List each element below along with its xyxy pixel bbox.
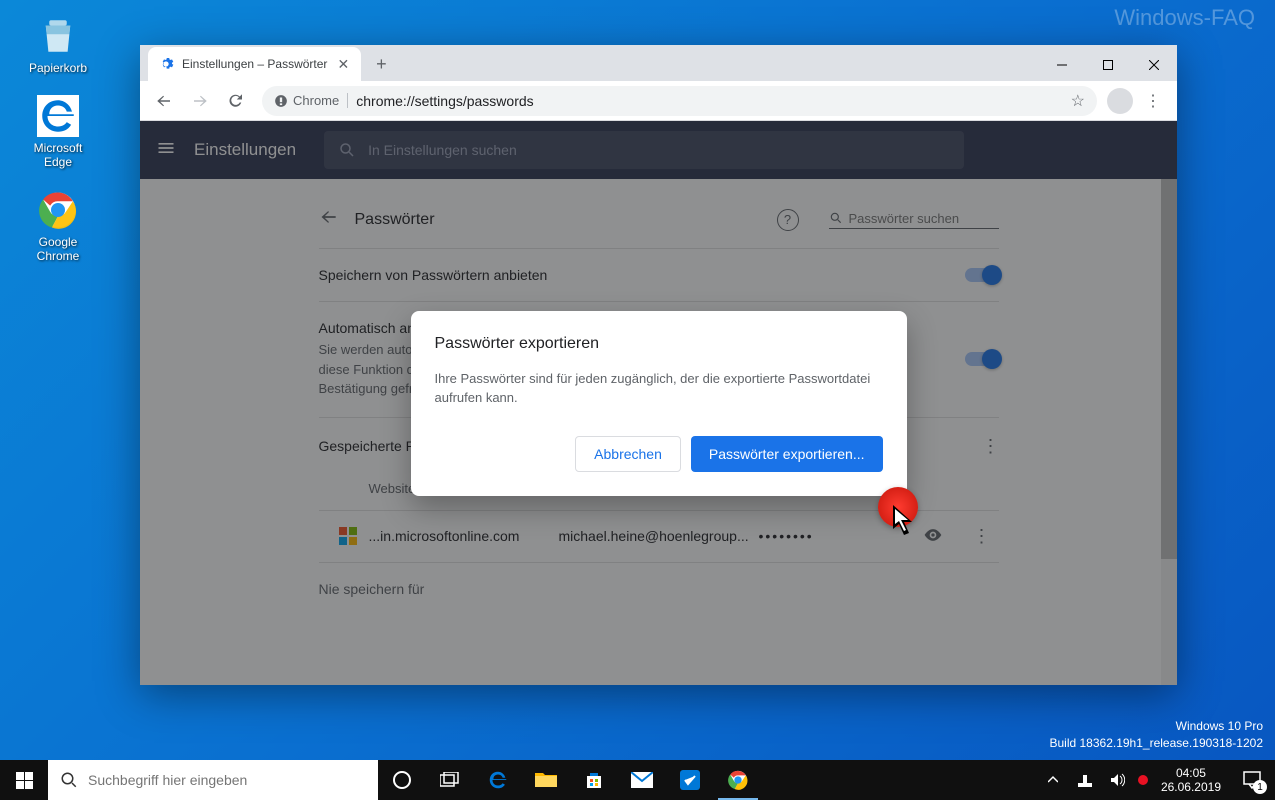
minimize-button[interactable] — [1039, 49, 1085, 81]
cursor-icon — [893, 505, 921, 537]
cortana-icon[interactable] — [378, 760, 426, 800]
chrome-taskbar-icon[interactable] — [714, 760, 762, 800]
desktop-icons: Papierkorb Microsoft Edge Google Chrome — [20, 15, 96, 263]
back-button[interactable] — [148, 85, 180, 117]
cancel-button[interactable]: Abbrechen — [575, 436, 681, 472]
browser-tab[interactable]: Einstellungen – Passwörter ✕ — [148, 47, 361, 81]
action-center-icon[interactable]: 1 — [1229, 760, 1275, 800]
desktop-icon-label: Microsoft Edge — [20, 141, 96, 169]
taskbar-search[interactable] — [48, 760, 378, 800]
settings-page: Einstellungen Passwörter ? — [140, 121, 1177, 685]
volume-icon[interactable] — [1101, 760, 1133, 800]
chrome-window: Einstellungen – Passwörter ✕ + Chrome ch… — [140, 45, 1177, 685]
dialog-title: Passwörter exportieren — [435, 335, 883, 353]
desktop-icon-recycle-bin[interactable]: Papierkorb — [20, 15, 96, 75]
close-icon[interactable]: ✕ — [335, 56, 351, 72]
gear-icon — [158, 56, 174, 72]
desktop-icon-label: Papierkorb — [29, 61, 87, 75]
close-window-button[interactable] — [1131, 49, 1177, 81]
watermark-text: Windows-FAQ — [1114, 5, 1255, 31]
system-info: Windows 10 Pro Build 18362.19h1_release.… — [1049, 718, 1263, 752]
notification-badge: 1 — [1253, 780, 1267, 794]
taskbar-icons — [378, 760, 762, 800]
mail-taskbar-icon[interactable] — [618, 760, 666, 800]
dialog-actions: Abbrechen Passwörter exportieren... — [435, 436, 883, 472]
taskbar-clock[interactable]: 04:05 26.06.2019 — [1153, 766, 1229, 795]
recycle-bin-icon — [37, 15, 79, 57]
dialog-body: Ihre Passwörter sind für jeden zugänglic… — [435, 369, 883, 408]
url-text: chrome://settings/passwords — [356, 93, 533, 109]
start-button[interactable] — [0, 760, 48, 800]
browser-toolbar: Chrome chrome://settings/passwords ☆ ⋮ — [140, 81, 1177, 121]
desktop-icon-label: Google Chrome — [20, 235, 96, 263]
maximize-button[interactable] — [1085, 49, 1131, 81]
chrome-icon — [37, 189, 79, 231]
desktop: Windows-FAQ Papierkorb Microsoft Edge Go… — [0, 0, 1275, 800]
profile-avatar[interactable] — [1107, 88, 1133, 114]
security-chip: Chrome — [274, 93, 348, 108]
forward-button[interactable] — [184, 85, 216, 117]
desktop-icon-edge[interactable]: Microsoft Edge — [20, 95, 96, 169]
new-tab-button[interactable]: + — [367, 50, 395, 78]
app-taskbar-icon[interactable] — [666, 760, 714, 800]
tray-status-icon[interactable] — [1133, 760, 1153, 800]
menu-button[interactable]: ⋮ — [1137, 85, 1169, 117]
task-view-icon[interactable] — [426, 760, 474, 800]
modal-overlay[interactable]: Passwörter exportieren Ihre Passwörter s… — [140, 121, 1177, 685]
titlebar[interactable]: Einstellungen – Passwörter ✕ + — [140, 45, 1177, 81]
bookmark-icon[interactable]: ☆ — [1071, 91, 1085, 111]
export-passwords-dialog: Passwörter exportieren Ihre Passwörter s… — [411, 311, 907, 496]
explorer-taskbar-icon[interactable] — [522, 760, 570, 800]
window-controls — [1039, 49, 1177, 81]
edge-icon — [37, 95, 79, 137]
export-button[interactable]: Passwörter exportieren... — [691, 436, 883, 472]
address-bar[interactable]: Chrome chrome://settings/passwords ☆ — [262, 86, 1097, 116]
taskbar: 04:05 26.06.2019 1 — [0, 760, 1275, 800]
network-icon[interactable] — [1069, 760, 1101, 800]
tray-chevron-icon[interactable] — [1037, 760, 1069, 800]
system-tray: 04:05 26.06.2019 1 — [1037, 760, 1275, 800]
tab-title: Einstellungen – Passwörter — [182, 57, 327, 71]
search-icon — [60, 771, 78, 789]
edge-taskbar-icon[interactable] — [474, 760, 522, 800]
desktop-icon-chrome[interactable]: Google Chrome — [20, 189, 96, 263]
store-taskbar-icon[interactable] — [570, 760, 618, 800]
reload-button[interactable] — [220, 85, 252, 117]
taskbar-search-input[interactable] — [88, 772, 366, 788]
